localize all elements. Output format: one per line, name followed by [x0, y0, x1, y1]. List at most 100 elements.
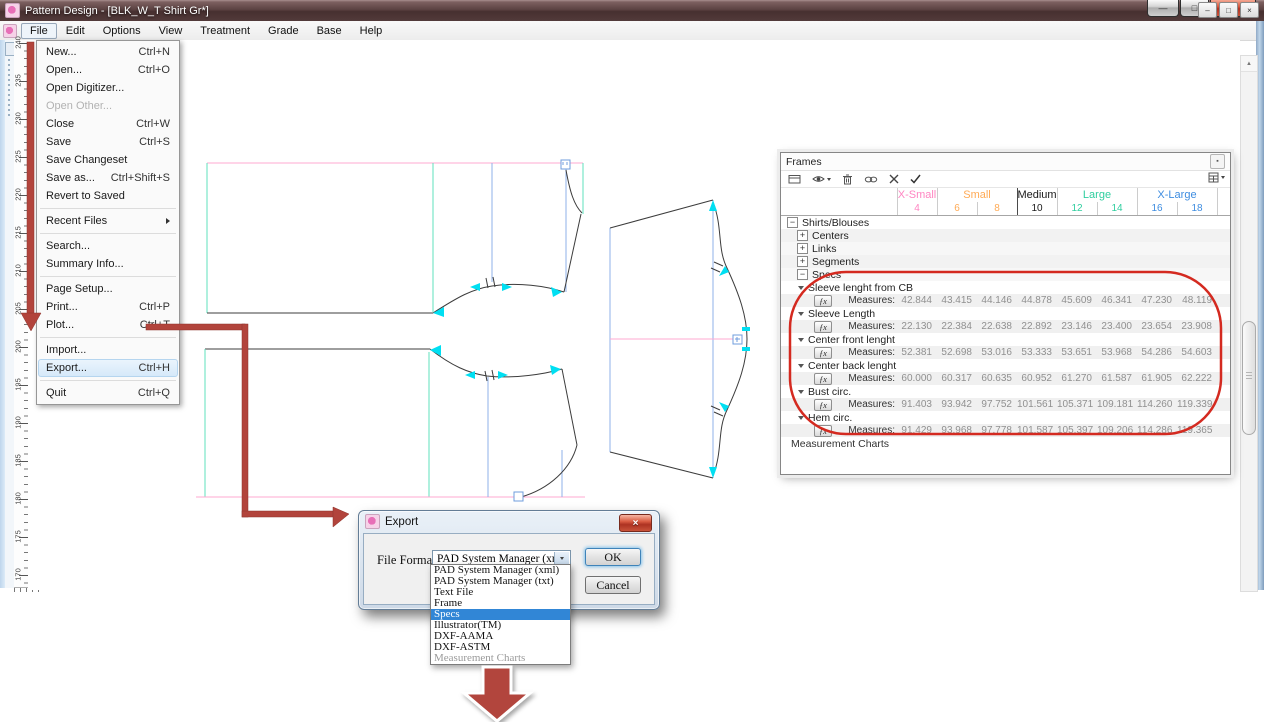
- menu-base[interactable]: Base: [308, 23, 351, 39]
- measure-value: 44.146: [977, 294, 1012, 307]
- mdi-minimize-button[interactable]: –: [1198, 2, 1217, 18]
- scroll-up-arrow-icon[interactable]: ▲: [1241, 56, 1257, 72]
- size-number[interactable]: 14: [1097, 202, 1137, 215]
- format-option-measurement-charts[interactable]: Measurement Charts: [431, 653, 570, 664]
- menu-item-import[interactable]: Import...: [38, 341, 178, 359]
- header-divider: [1137, 188, 1138, 215]
- menu-edit[interactable]: Edit: [57, 23, 94, 39]
- mdi-restore-button[interactable]: □: [1219, 2, 1238, 18]
- size-number[interactable]: 4: [897, 202, 937, 215]
- measures-label: Measures:: [819, 346, 895, 359]
- cancel-button[interactable]: Cancel: [585, 576, 641, 594]
- menu-view[interactable]: View: [150, 23, 192, 39]
- measure-value: 22.638: [977, 320, 1012, 333]
- header-divider: [977, 202, 978, 215]
- tree-toggle-expand-icon[interactable]: +: [797, 243, 808, 254]
- header-divider: [897, 188, 898, 215]
- spec-row[interactable]: Center front lenght: [781, 333, 1230, 346]
- measure-value: 48.119: [1177, 294, 1212, 307]
- ok-button[interactable]: OK: [585, 548, 641, 566]
- menu-item-save-changeset[interactable]: Save Changeset: [38, 151, 178, 169]
- size-number[interactable]: 10: [1017, 202, 1057, 215]
- export-dialog-icon: [365, 514, 380, 529]
- spec-row[interactable]: Sleeve Length: [781, 307, 1230, 320]
- menu-item-close[interactable]: CloseCtrl+W: [38, 115, 178, 133]
- card-icon[interactable]: [788, 174, 801, 184]
- tree-row-centers[interactable]: +Centers: [781, 229, 1230, 242]
- delete-x-icon[interactable]: [889, 174, 899, 184]
- size-number[interactable]: 12: [1057, 202, 1097, 215]
- trash-icon[interactable]: [842, 174, 853, 185]
- size-number[interactable]: 16: [1137, 202, 1177, 215]
- size-number[interactable]: 6: [937, 202, 977, 215]
- measure-value: 53.651: [1057, 346, 1092, 359]
- menu-file[interactable]: File: [21, 23, 57, 39]
- size-number[interactable]: 8: [977, 202, 1017, 215]
- collapse-triangle-icon[interactable]: [798, 364, 804, 368]
- frames-panel: Frames ▪ X-Small4Small68Medium10Large121…: [780, 152, 1231, 475]
- spec-row[interactable]: Bust circ.: [781, 385, 1230, 398]
- tree-toggle-expand-icon[interactable]: +: [797, 230, 808, 241]
- canvas-vertical-scrollbar[interactable]: ▲: [1240, 55, 1258, 592]
- menu-item-open-other[interactable]: Open Other...: [38, 97, 178, 115]
- menu-item-export[interactable]: Export...Ctrl+H: [38, 359, 178, 377]
- menu-item-search[interactable]: Search...: [38, 237, 178, 255]
- measure-value: 47.230: [1137, 294, 1172, 307]
- measure-value: 43.415: [937, 294, 972, 307]
- menu-treatment[interactable]: Treatment: [191, 23, 259, 39]
- measurement-charts-row[interactable]: Measurement Charts: [781, 437, 1230, 450]
- ruler-number: 200: [14, 340, 23, 354]
- tree-toggle-collapse-icon[interactable]: −: [797, 269, 808, 280]
- ruler-number: 180: [14, 492, 23, 506]
- tree-toggle-expand-icon[interactable]: +: [797, 256, 808, 267]
- mdi-window-controls: – □ ×: [1198, 2, 1259, 18]
- menu-item-save-as[interactable]: Save as...Ctrl+Shift+S: [38, 169, 178, 187]
- menu-item-print[interactable]: Print...Ctrl+P: [38, 298, 178, 316]
- menu-item-new[interactable]: New...Ctrl+N: [38, 43, 178, 61]
- spec-row[interactable]: Hem circ.: [781, 411, 1230, 424]
- minimize-button[interactable]: —: [1147, 0, 1179, 17]
- size-number[interactable]: 18: [1177, 202, 1217, 215]
- menu-item-summary-info[interactable]: Summary Info...: [38, 255, 178, 273]
- measure-value: 42.844: [897, 294, 932, 307]
- collapse-triangle-icon[interactable]: [798, 416, 804, 420]
- spec-measures-row: ƒxMeasures:42.84443.41544.14644.87845.60…: [781, 294, 1230, 307]
- menu-item-revert-to-saved[interactable]: Revert to Saved: [38, 187, 178, 205]
- tree-toggle-collapse-icon[interactable]: −: [787, 217, 798, 228]
- spec-row[interactable]: Center back lenght: [781, 359, 1230, 372]
- spec-row[interactable]: Sleeve lenght from CB: [781, 281, 1230, 294]
- collapse-triangle-icon[interactable]: [798, 286, 804, 290]
- link-icon[interactable]: [864, 175, 878, 184]
- measure-value: 105.397: [1057, 424, 1092, 437]
- eye-icon[interactable]: [812, 174, 831, 184]
- menu-options[interactable]: Options: [94, 23, 150, 39]
- collapse-triangle-icon[interactable]: [798, 312, 804, 316]
- tree-row-specs[interactable]: −Specs: [781, 268, 1230, 281]
- collapse-triangle-icon[interactable]: [798, 338, 804, 342]
- dialog-close-button[interactable]: ×: [619, 514, 652, 532]
- menu-item-label: Print...: [46, 299, 78, 315]
- menu-grade[interactable]: Grade: [259, 23, 308, 39]
- check-icon[interactable]: [910, 174, 921, 184]
- menu-item-page-setup[interactable]: Page Setup...: [38, 280, 178, 298]
- tree-row-links[interactable]: +Links: [781, 242, 1230, 255]
- measure-value: 53.016: [977, 346, 1012, 359]
- menu-item-shortcut: Ctrl+Q: [138, 385, 170, 401]
- menu-item-open[interactable]: Open...Ctrl+O: [38, 61, 178, 79]
- menu-item-save[interactable]: SaveCtrl+S: [38, 133, 178, 151]
- menu-help[interactable]: Help: [351, 23, 392, 39]
- menu-item-label: Open...: [46, 62, 82, 78]
- collapse-triangle-icon[interactable]: [798, 390, 804, 394]
- ruler-number: 185: [14, 454, 23, 468]
- grid-menu-icon[interactable]: [1208, 172, 1225, 183]
- measures-label: Measures:: [819, 398, 895, 411]
- menu-item-quit[interactable]: QuitCtrl+Q: [38, 384, 178, 402]
- menu-item-plot[interactable]: Plot...Ctrl+T: [38, 316, 178, 334]
- mdi-close-button[interactable]: ×: [1240, 2, 1259, 18]
- menu-item-recent-files[interactable]: Recent Files: [38, 212, 178, 230]
- tree-row-segments[interactable]: +Segments: [781, 255, 1230, 268]
- tree-row-shirts-blouses[interactable]: −Shirts/Blouses: [781, 216, 1230, 229]
- menu-item-open-digitizer[interactable]: Open Digitizer...: [38, 79, 178, 97]
- frames-close-icon[interactable]: ▪: [1210, 154, 1225, 169]
- scrollbar-thumb[interactable]: [1242, 321, 1256, 435]
